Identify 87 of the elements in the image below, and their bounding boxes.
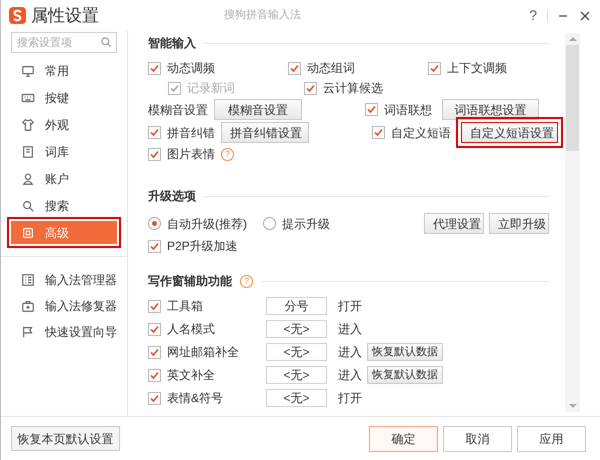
- action-label: 打开: [338, 298, 363, 315]
- checkbox[interactable]: [148, 368, 161, 382]
- checkbox-label: 动态调频: [167, 60, 215, 77]
- scrollbar[interactable]: [565, 33, 580, 412]
- radio-button[interactable]: [263, 217, 276, 230]
- section-title: 写作窗辅助功能: [148, 273, 232, 290]
- checkbox[interactable]: [148, 346, 161, 358]
- restore-data-button[interactable]: 恢复默认数据: [367, 366, 443, 384]
- dialog-button[interactable]: 确定: [369, 426, 438, 452]
- scrollbar-thumb[interactable]: [566, 45, 579, 151]
- setting-label: 模糊音设置: [148, 102, 208, 118]
- window-title: 属性设置: [31, 4, 99, 27]
- action-label: 进入: [338, 321, 363, 338]
- window-subtitle: 搜狗拼音输入法: [224, 8, 301, 24]
- hotkey-field[interactable]: <无>: [266, 343, 327, 361]
- checkbox[interactable]: [148, 62, 161, 74]
- section-title: 智能输入: [148, 35, 196, 52]
- checkbox-label: 上下文调频: [447, 60, 507, 77]
- action-label: 打开: [338, 390, 363, 407]
- flag-icon: [21, 325, 35, 339]
- hotkey-field[interactable]: 分号: [266, 297, 327, 315]
- checkbox-label: 词语联想: [384, 102, 432, 118]
- dialog-button[interactable]: 应用: [517, 426, 586, 452]
- nav-item[interactable]: 常用: [11, 59, 117, 82]
- checkbox-label: 网址邮箱补全: [167, 344, 239, 361]
- tool-link[interactable]: 输入法修复器: [11, 297, 117, 315]
- settings-button[interactable]: 立即升级: [489, 213, 549, 234]
- checkbox[interactable]: [428, 62, 441, 74]
- checkbox-label: 动态组词: [307, 60, 355, 77]
- scroll-up-icon[interactable]: [568, 36, 576, 42]
- checkbox[interactable]: [148, 300, 161, 312]
- checkbox[interactable]: [288, 62, 301, 74]
- radio-button[interactable]: [148, 217, 161, 230]
- hotkey-field[interactable]: <无>: [266, 366, 327, 384]
- nav-item[interactable]: 按键: [11, 86, 117, 109]
- settings-button[interactable]: 代理设置: [424, 213, 484, 234]
- checkbox[interactable]: [148, 392, 161, 404]
- search-icon[interactable]: [100, 36, 112, 48]
- checkbox-label: 英文补全: [167, 367, 215, 384]
- radio-label: 自动升级(推荐): [167, 216, 247, 232]
- checkbox[interactable]: [148, 240, 161, 252]
- monitor-icon: [21, 64, 35, 78]
- search-field[interactable]: 搜索设置项: [11, 32, 117, 53]
- tool-link[interactable]: 快速设置向导: [11, 323, 117, 341]
- hotkey-field[interactable]: <无>: [266, 320, 327, 338]
- settings-button[interactable]: 词语联想设置: [442, 99, 539, 120]
- checkbox-label: 自定义短语: [391, 124, 451, 142]
- scroll-down-icon[interactable]: [568, 403, 576, 409]
- action-label: 进入: [338, 367, 363, 384]
- nav-item[interactable]: 外观: [11, 113, 117, 136]
- checkbox[interactable]: [148, 126, 161, 139]
- radio-label: 提示升级: [282, 216, 330, 232]
- action-label: 进入: [338, 344, 363, 361]
- checkbox-label: 云计算候选: [323, 80, 383, 97]
- close-icon[interactable]: [580, 10, 590, 20]
- book-icon: [21, 144, 35, 158]
- checkbox-label: 记录新词: [187, 80, 235, 97]
- checkbox[interactable]: [148, 148, 161, 160]
- checkbox[interactable]: [365, 103, 378, 116]
- checkbox-label: 表情&符号: [167, 390, 224, 407]
- checkbox-label: 人名模式: [167, 321, 215, 338]
- checkbox[interactable]: [148, 322, 161, 336]
- checkbox-label: 工具箱: [167, 298, 203, 315]
- checkbox[interactable]: [304, 82, 317, 94]
- person-icon: [21, 172, 35, 186]
- list-icon: [21, 273, 35, 287]
- toolbox-icon: [21, 299, 35, 313]
- checkbox-label: 图片表情: [167, 146, 215, 163]
- section-title: 升级选项: [148, 188, 196, 205]
- checkbox[interactable]: [372, 126, 385, 139]
- restore-data-button[interactable]: 恢复默认数据: [367, 343, 443, 361]
- nav-item[interactable]: 搜索: [11, 194, 117, 217]
- search-icon: [21, 198, 35, 212]
- square-icon: [21, 226, 35, 240]
- checkbox-label: 拼音纠错: [167, 124, 215, 142]
- nav-item[interactable]: 账户: [11, 167, 117, 190]
- checkbox-label: P2P升级加速: [167, 238, 238, 255]
- settings-button[interactable]: 拼音纠错设置: [221, 122, 309, 143]
- nav-item[interactable]: 词库: [11, 140, 117, 163]
- help-button[interactable]: ?: [525, 5, 541, 26]
- tool-link[interactable]: 输入法管理器: [11, 271, 117, 289]
- restore-defaults-button[interactable]: 恢复本页默认设置: [11, 426, 120, 451]
- logo-icon: [9, 7, 26, 24]
- shirt-icon: [21, 118, 35, 132]
- dialog-button[interactable]: 取消: [443, 426, 512, 452]
- settings-button[interactable]: 模糊音设置: [214, 99, 302, 120]
- hotkey-field[interactable]: <无>: [266, 389, 327, 407]
